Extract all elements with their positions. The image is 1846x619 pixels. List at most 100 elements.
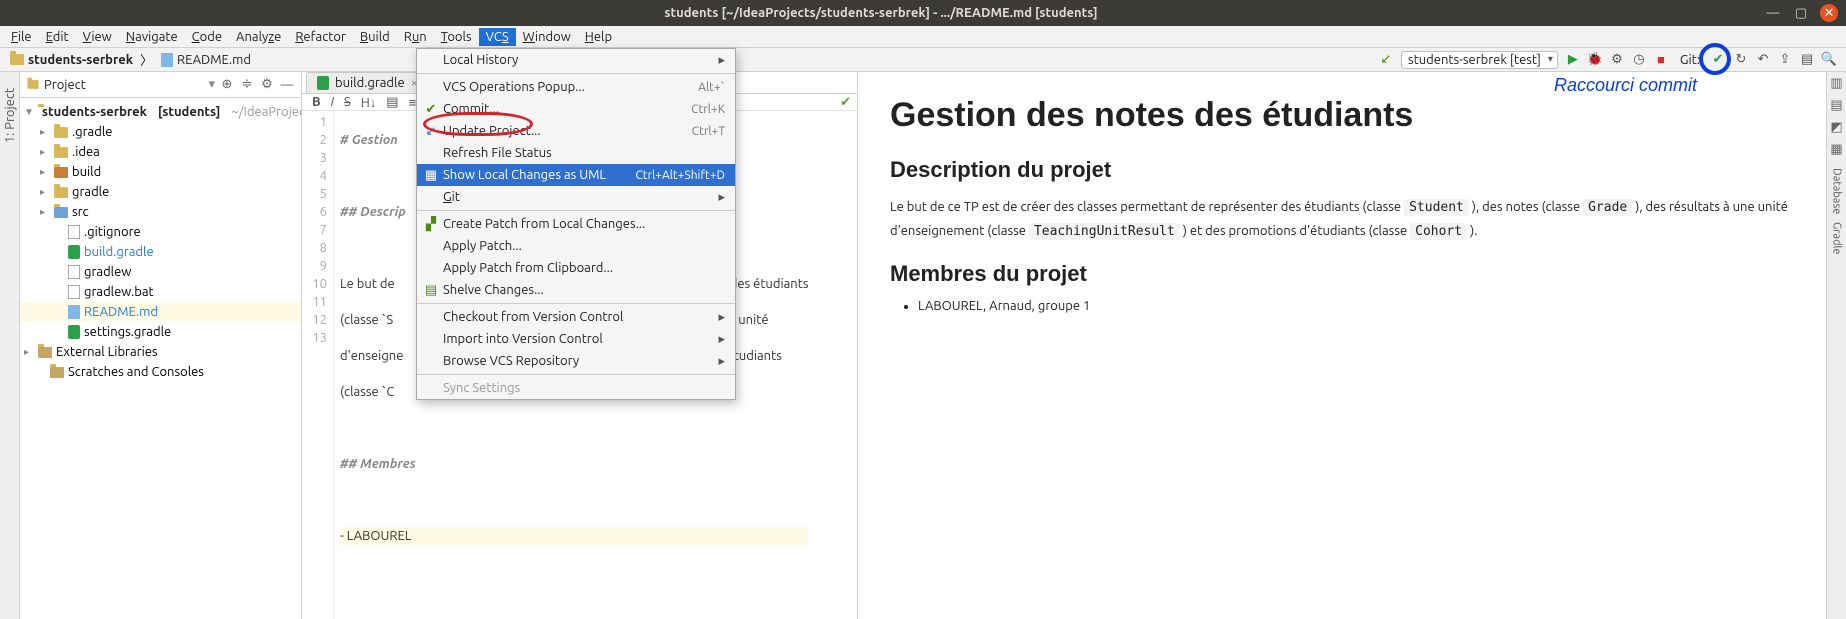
run-config-dropdown[interactable]: students-serbrek [test] [1401, 51, 1558, 69]
vcs-dropdown-menu: Local History VCS Operations Popup...Alt… [416, 48, 736, 400]
preview-view-icon4[interactable]: ▦ [1828, 140, 1846, 158]
italic-button[interactable]: I [331, 95, 334, 109]
menu-window[interactable]: Window [516, 28, 578, 46]
left-tool-stripe: 1: Project [0, 72, 20, 619]
menu-view[interactable]: View [76, 28, 119, 46]
preview-view-icon1[interactable]: ▥ [1828, 74, 1846, 92]
tree-file-selected[interactable]: README.md [20, 302, 301, 322]
folder-icon [10, 54, 24, 65]
preview-list: LABOUREL, Arnaud, groupe 1 [918, 299, 1794, 313]
minimize-button[interactable]: — [1764, 4, 1782, 22]
menu-vcs[interactable]: VCS [479, 28, 516, 46]
main-area: 1: Project Project ▾ ⊕ ≑ ⚙ — ▼ students-… [0, 72, 1846, 619]
bold-button[interactable]: B [312, 95, 321, 109]
menu-run[interactable]: Run [397, 28, 434, 46]
project-panel-header: Project ▾ ⊕ ≑ ⚙ — [20, 72, 301, 98]
history-icon[interactable]: ↻ [1731, 50, 1751, 70]
search-icon[interactable]: 🔍 [1819, 50, 1839, 70]
patch-icon: ▞ [423, 217, 439, 232]
menu-create-patch[interactable]: ▞Create Patch from Local Changes... [417, 213, 735, 235]
settings-icon[interactable]: ⚙ [259, 77, 275, 93]
menu-vcs-operations[interactable]: VCS Operations Popup...Alt+` [417, 76, 735, 98]
menu-refresh-status[interactable]: Refresh File Status [417, 142, 735, 164]
database-tool-tab[interactable]: Database [1831, 168, 1843, 214]
revert-icon[interactable]: ↶ [1753, 50, 1773, 70]
menu-sync-settings: Sync Settings [417, 377, 735, 399]
preview-h2: Membres du projet [890, 261, 1794, 287]
menu-apply-patch[interactable]: Apply Patch... [417, 235, 735, 257]
menu-build[interactable]: Build [353, 28, 397, 46]
commit-icon[interactable]: ✔ [1708, 50, 1728, 70]
preview-view-icon2[interactable]: ▤ [1828, 96, 1846, 114]
menu-git[interactable]: Git [417, 186, 735, 208]
tree-file[interactable]: .gitignore [20, 222, 301, 242]
tree-file[interactable]: gradlew [20, 262, 301, 282]
project-tool-tab[interactable]: 1: Project [1, 82, 19, 149]
push-icon[interactable]: ⇪ [1775, 50, 1795, 70]
gradle-tool-tab[interactable]: Gradle [1831, 222, 1843, 255]
tree-node[interactable]: ▸gradle [20, 182, 301, 202]
markdown-icon [161, 53, 173, 67]
project-tree[interactable]: ▼ students-serbrek [students] ~/IdeaProj… [20, 98, 301, 619]
menu-code[interactable]: Code [185, 28, 229, 46]
code-button[interactable]: ▤ [386, 95, 398, 110]
window-titlebar: students [~/IdeaProjects/students-serbre… [0, 0, 1846, 26]
hide-icon[interactable]: — [279, 77, 295, 93]
tree-file[interactable]: gradlew.bat [20, 282, 301, 302]
menu-apply-patch-clipboard[interactable]: Apply Patch from Clipboard... [417, 257, 735, 279]
markdown-preview[interactable]: Gestion des notes des étudiants Descript… [858, 72, 1826, 619]
tree-file[interactable]: build.gradle [20, 242, 301, 262]
tree-root[interactable]: ▼ students-serbrek [students] ~/IdeaProj… [20, 102, 301, 122]
git-label: Git: [1680, 53, 1700, 67]
update-icon: ↙ [423, 124, 439, 139]
menu-checkout-vcs[interactable]: Checkout from Version Control [417, 306, 735, 328]
menu-file[interactable]: File [4, 28, 39, 46]
run-icon[interactable]: ▶ [1563, 50, 1583, 70]
menu-commit[interactable]: ✔Commit...Ctrl+K [417, 98, 735, 120]
tree-node[interactable]: ▸build [20, 162, 301, 182]
editor-tab[interactable]: build.gradle× [306, 72, 429, 93]
menu-update-project[interactable]: ↙Update Project...Ctrl+T [417, 120, 735, 142]
collapse-icon[interactable]: ≑ [239, 77, 255, 93]
menu-tools[interactable]: Tools [434, 28, 479, 46]
maximize-button[interactable]: ▢ [1792, 4, 1810, 22]
preview-list-item: LABOUREL, Arnaud, groupe 1 [918, 299, 1794, 313]
menu-navigate[interactable]: Navigate [119, 28, 185, 46]
project-panel: Project ▾ ⊕ ≑ ⚙ — ▼ students-serbrek [st… [20, 72, 302, 619]
heading-button[interactable]: H↓ [361, 95, 377, 110]
menu-refactor[interactable]: Refactor [288, 28, 353, 46]
debug-icon[interactable]: 🐞 [1585, 50, 1605, 70]
tree-node[interactable]: ▸.idea [20, 142, 301, 162]
strike-button[interactable]: S [344, 95, 351, 109]
menu-browse-repo[interactable]: Browse VCS Repository [417, 350, 735, 372]
tree-scratches[interactable]: Scratches and Consoles [20, 362, 301, 382]
tree-file[interactable]: settings.gradle [20, 322, 301, 342]
preview-view-icon3[interactable]: ◩ [1828, 118, 1846, 136]
coverage-icon[interactable]: ⚙ [1607, 50, 1627, 70]
breadcrumb-project[interactable]: students-serbrek 〉 [6, 50, 157, 69]
check-icon: ✔ [423, 102, 439, 117]
preview-h1: Gestion des notes des étudiants [890, 96, 1794, 135]
menu-edit[interactable]: Edit [39, 28, 76, 46]
close-button[interactable]: ✕ [1820, 4, 1838, 22]
breadcrumb-file[interactable]: README.md [157, 53, 255, 67]
menu-import-vcs[interactable]: Import into Version Control [417, 328, 735, 350]
menu-shelve[interactable]: ▤Shelve Changes... [417, 279, 735, 301]
shelve-icon: ▤ [423, 283, 439, 298]
menu-help[interactable]: Help [578, 28, 619, 46]
profile-icon[interactable]: ◷ [1629, 50, 1649, 70]
structure-icon[interactable]: ▤ [1797, 50, 1817, 70]
menu-analyze[interactable]: Analyze [229, 28, 288, 46]
tree-external-libs[interactable]: ▸External Libraries [20, 342, 301, 362]
locate-icon[interactable]: ⊕ [219, 77, 235, 93]
menu-show-uml[interactable]: ▦Show Local Changes as UMLCtrl+Alt+Shift… [417, 164, 735, 186]
vcs-update-icon[interactable]: ↙ [1376, 50, 1396, 70]
menubar: File Edit View Navigate Code Analyze Ref… [0, 26, 1846, 48]
navigation-toolbar: students-serbrek 〉 README.md ↙ students-… [0, 48, 1846, 72]
gutter: 12345678910111213 [302, 111, 334, 619]
tree-node[interactable]: ▸.gradle [20, 122, 301, 142]
project-panel-title[interactable]: Project [44, 78, 204, 92]
menu-local-history[interactable]: Local History [417, 49, 735, 71]
stop-icon[interactable]: ■ [1651, 50, 1671, 70]
tree-node[interactable]: ▸src [20, 202, 301, 222]
